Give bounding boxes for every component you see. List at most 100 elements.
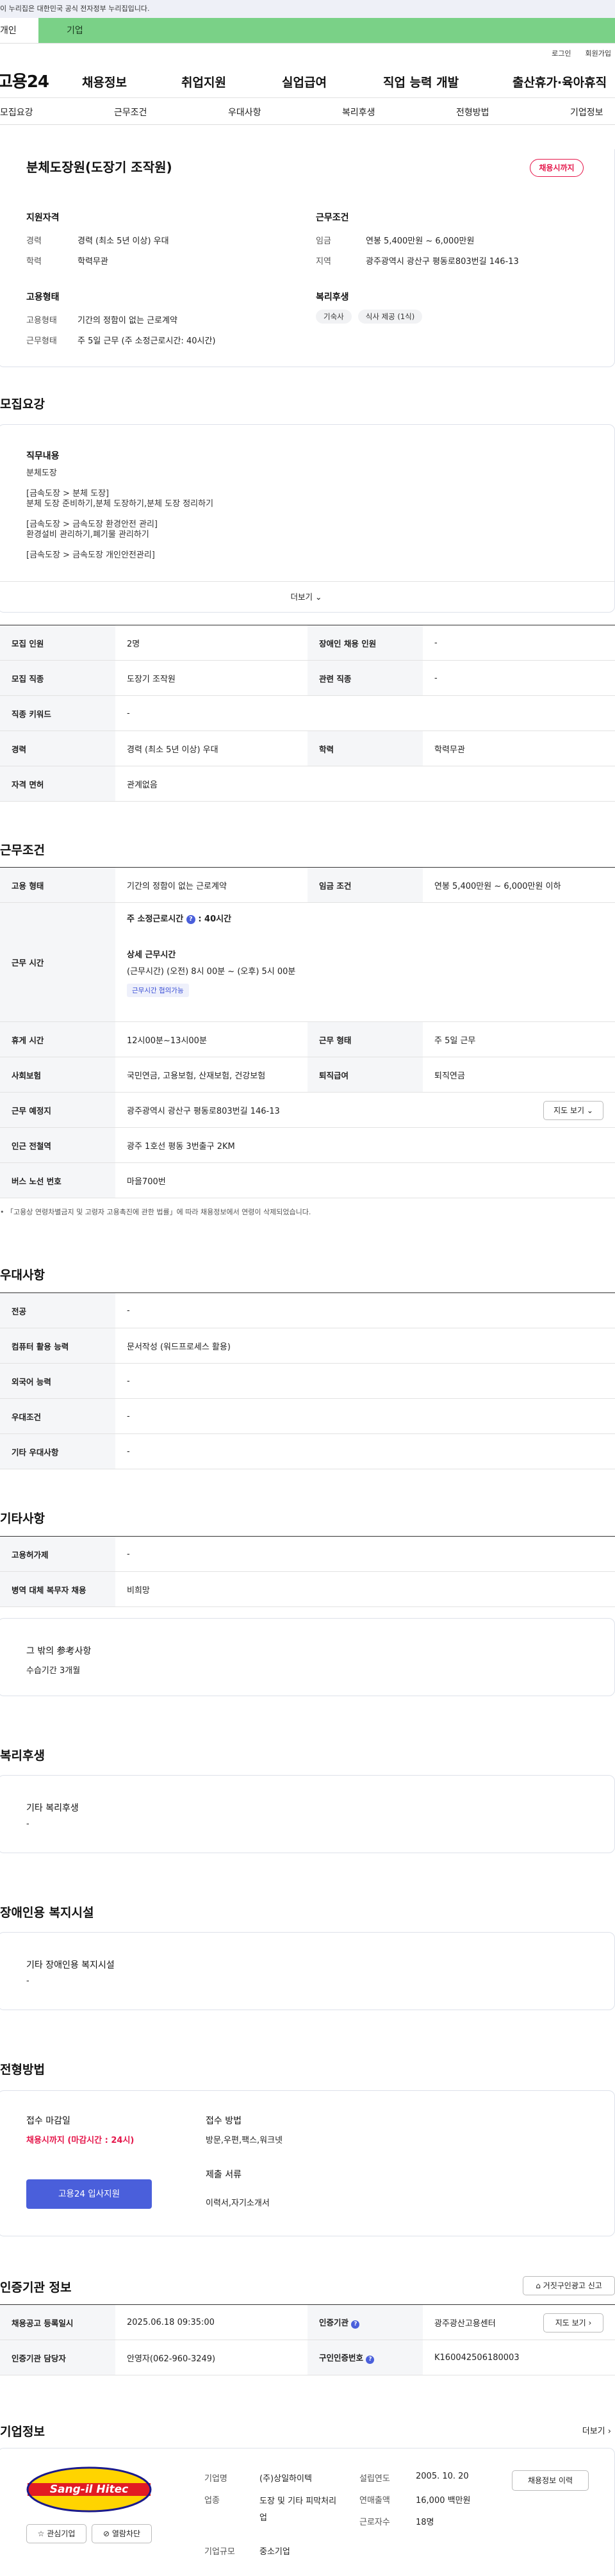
chevron-down-icon: ⌄ xyxy=(315,592,322,602)
th-pref-cond: 우대조건 xyxy=(0,1398,115,1434)
qualification-heading: 지원자격 xyxy=(26,213,60,223)
chevron-right-icon: › xyxy=(588,2318,592,2327)
td-occupation: 도장기 조작원 xyxy=(115,660,308,696)
table-row: 외국어 능력 - xyxy=(0,1363,615,1399)
td-headcount: 2명 xyxy=(115,625,308,661)
th-computer: 컴퓨터 활용 능력 xyxy=(0,1328,115,1364)
work-section-title: 근무조건 xyxy=(0,843,45,857)
table-row: 인증기관 담당자 안영자(062-960-3249) 구인인증번호 ? K160… xyxy=(0,2340,615,2375)
apply-button[interactable]: 고용24 입사지원 xyxy=(26,2179,152,2209)
job-history-button[interactable]: 채용정보 이력 xyxy=(512,2470,589,2491)
table-row: 병역 대체 복무자 채용 비희망 xyxy=(0,1571,615,1607)
block-company-button[interactable]: ⊘ 열람차단 xyxy=(92,2524,152,2543)
tab-company[interactable]: 기업 xyxy=(38,18,615,43)
duty-line: [금속도장 > 분체 도장] xyxy=(26,489,110,499)
table-row: 사회보험 국민연금, 고용보험, 산재보험, 건강보험 퇴직급여 퇴직연금 xyxy=(0,1057,615,1093)
table-row: 고용 형태 기간의 정함이 없는 근로계약 임금 조건 연봉 5,400만원 ~… xyxy=(0,867,615,903)
company-more-link[interactable]: 더보기 › xyxy=(582,2424,611,2436)
emp-label-type: 고용형태 xyxy=(26,316,57,326)
hours-detail-heading: 상세 근무시간 xyxy=(127,950,176,960)
th-insurance: 사회보험 xyxy=(0,1057,115,1093)
duty-more-label: 더보기 xyxy=(290,592,313,602)
age-notice-text: 「고용상 연령차별금지 및 고령자 고용촉진에 관한 법률」에 따라 채용정보에… xyxy=(6,1208,311,1216)
pref-section-title: 우대사항 xyxy=(0,1268,45,1282)
company-card: Sang-il Hitec ☆ 관심기업 ⊘ 열람차단 기업명 (주)상일하이텍… xyxy=(0,2448,615,2576)
th-headcount: 모집 인원 xyxy=(0,625,115,661)
duty-line: [금속도장 > 금속도장 개인안전관리] xyxy=(26,550,155,560)
etc-section-title: 기타사항 xyxy=(0,1512,45,1526)
recruit-section-title: 모집요강 xyxy=(0,397,45,411)
section-nav-work[interactable]: 근무조건 xyxy=(114,106,147,119)
map-button[interactable]: 지도 보기 ⌄ xyxy=(543,1101,603,1120)
qual-value-edu: 학력무관 xyxy=(78,257,108,267)
welfare-etc-value: - xyxy=(26,1819,29,1829)
favorite-company-button[interactable]: ☆ 관심기업 xyxy=(26,2524,86,2543)
etc-note-value: 수습기간 3개월 xyxy=(26,1666,81,1676)
duty-line: [금속도장 > 금속도장 환경안전 관리] xyxy=(26,520,158,529)
section-nav-pref[interactable]: 우대사항 xyxy=(228,106,261,119)
section-nav-process[interactable]: 전형방법 xyxy=(456,106,489,119)
gnb-employment-support[interactable]: 취업지원 xyxy=(181,73,226,90)
td-hours: 주 소정근로시간 ? : 40시간 상세 근무시간 (근무시간) (오전) 8시… xyxy=(115,902,615,1022)
tab-personal[interactable]: 개인 xyxy=(0,18,38,43)
th-cert-agency: 인증기관 ? xyxy=(308,2304,423,2340)
cond-label-wage: 임금 xyxy=(316,236,331,246)
th-rest: 휴게 시간 xyxy=(0,1021,115,1057)
gnb-jobs[interactable]: 채용정보 xyxy=(82,73,127,90)
company-est-label: 설립연도 xyxy=(359,2474,390,2484)
th-reg-date: 채용공고 등록일시 xyxy=(0,2304,115,2340)
welfare-pill: 기숙사 xyxy=(316,310,352,324)
gnb-unemployment-benefit[interactable]: 실업급여 xyxy=(282,73,327,90)
docs-heading: 제출 서류 xyxy=(206,2170,242,2180)
td-license: 관계없음 xyxy=(115,766,615,802)
pref-table: 전공 - 컴퓨터 활용 능력 문서작성 (워드프로세스 활용) 외국어 능력 - 우대… xyxy=(0,1292,615,1469)
company-more-label: 더보기 xyxy=(582,2427,605,2436)
chevron-down-icon: ⌄ xyxy=(586,1106,593,1115)
section-nav-company[interactable]: 기업정보 xyxy=(570,106,603,119)
cert-agency-value: 광주광산고용센터 xyxy=(434,2318,496,2329)
agency-map-button[interactable]: 지도 보기 › xyxy=(543,2313,603,2332)
duty-line: 환경설비 관리하기,폐기물 관리하기 xyxy=(26,530,149,540)
signup-link[interactable]: 회원가입 xyxy=(586,48,611,58)
duty-line: 분체 도장 준비하기,분체 도장하기,분체 도장 정리하기 xyxy=(26,499,214,509)
duty-more-button[interactable]: 더보기 ⌄ xyxy=(0,581,614,612)
duty-line: 분체도장 xyxy=(26,468,57,478)
th-retirement: 퇴직급여 xyxy=(308,1057,423,1093)
disabled-etc-heading: 기타 장애인용 복지시설 xyxy=(26,1960,115,1970)
section-nav-recruit[interactable]: 모집요강 xyxy=(0,106,33,119)
qual-label-career: 경력 xyxy=(26,236,42,246)
info-icon[interactable]: ? xyxy=(186,914,195,924)
table-row: 인근 전철역 광주 1호선 평동 3번출구 2KM xyxy=(0,1127,615,1163)
th-keyword: 직종 키워드 xyxy=(0,695,115,731)
td-reg-date: 2025.06.18 09:35:00 xyxy=(115,2304,308,2340)
job-title: 분체도장원(도장기 조작원) xyxy=(26,160,172,175)
process-section-title: 전형방법 xyxy=(0,2063,45,2077)
info-icon[interactable]: ? xyxy=(366,2356,375,2364)
company-industry-value: 도장 및 기타 피막처리업 xyxy=(259,2497,337,2523)
etc-table: 고용허가제 - 병역 대체 복무자 채용 비희망 xyxy=(0,1536,615,1607)
work-table: 고용 형태 기간의 정함이 없는 근로계약 임금 조건 연봉 5,400만원 ~… xyxy=(0,867,615,1198)
th-occupation: 모집 직종 xyxy=(0,660,115,696)
emp-value-type: 기간의 정함이 없는 근로계약 xyxy=(78,316,177,326)
hours-main: 주 소정근로시간 ? : 40시간 xyxy=(127,912,231,924)
section-nav-welfare[interactable]: 복리후생 xyxy=(342,106,375,119)
company-industry-label: 업종 xyxy=(204,2496,220,2506)
td-location: 광주광역시 광산구 평동로803번길 146-13 지도 보기 ⌄ xyxy=(115,1092,615,1128)
table-row: 고용허가제 - xyxy=(0,1536,615,1572)
th-emp-type: 고용 형태 xyxy=(0,867,115,903)
welfare-heading: 복리후생 xyxy=(316,292,349,302)
report-fake-ad-button[interactable]: ⌂ 거짓구인광고 신고 xyxy=(523,2276,615,2295)
gnb-vocational-training[interactable]: 직업 능력 개발 xyxy=(383,73,459,90)
gnb-parental-leave[interactable]: 출산휴가·육아휴직 xyxy=(512,73,607,90)
agency-map-label: 지도 보기 xyxy=(555,2318,586,2327)
th-agency-manager: 인증기관 담당자 xyxy=(0,2340,115,2375)
login-link[interactable]: 로그인 xyxy=(552,48,571,58)
user-type-tabs: 개인 기업 xyxy=(0,18,615,44)
info-icon[interactable]: ? xyxy=(351,2320,360,2329)
site-logo[interactable]: 고용24 xyxy=(0,69,49,92)
duty-text: 분체도장 [금속도장 > 분체 도장] 분체 도장 준비하기,분체 도장하기,분… xyxy=(26,468,213,561)
welfare-pill: 식사 제공 (1식) xyxy=(357,310,423,324)
table-row: 근무 예정지 광주광역시 광산구 평동로803번길 146-13 지도 보기 ⌄ xyxy=(0,1092,615,1128)
home-icon: ⌂ xyxy=(536,2281,541,2290)
th-location: 근무 예정지 xyxy=(0,1092,115,1128)
